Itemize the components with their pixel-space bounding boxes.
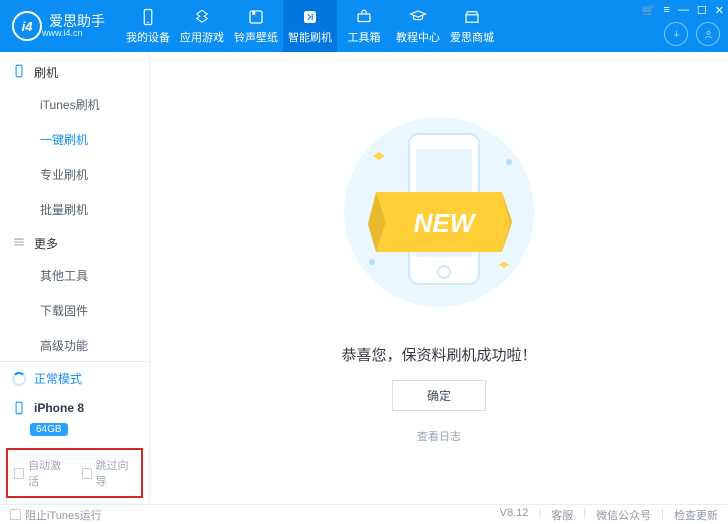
nav-label: 我的设备 <box>126 29 170 45</box>
app-name: 爱思助手 <box>49 14 105 28</box>
nav-label: 应用游戏 <box>180 29 224 45</box>
nav-ringtone[interactable]: 铃声壁纸 <box>229 0 283 52</box>
menu-icon[interactable]: ≡ <box>663 4 669 17</box>
logo-icon: i4 <box>12 11 42 41</box>
tutorial-icon <box>409 8 427 26</box>
cart-icon[interactable]: 🛒 <box>642 4 656 17</box>
checkbox-auto-activate[interactable]: 自动激活 <box>14 457 68 489</box>
nav-my-device[interactable]: 我的设备 <box>121 0 175 52</box>
user-button[interactable] <box>696 22 720 46</box>
sidebar-group-more: 更多 <box>0 227 149 258</box>
sidebar-item-itunes[interactable]: iTunes刷机 <box>0 87 149 122</box>
phone-icon <box>139 8 157 26</box>
sidebar-item-othertools[interactable]: 其他工具 <box>0 258 149 293</box>
footer-bar: 阻止iTunes运行 V8.12 | 客服 | 微信公众号 | 检查更新 <box>0 504 728 524</box>
nav-tutorials[interactable]: 教程中心 <box>391 0 445 52</box>
nav-label: 工具箱 <box>348 29 381 45</box>
window-controls: 🛒 ≡ — ☐ ✕ <box>642 4 724 17</box>
checkbox-block-itunes[interactable]: 阻止iTunes运行 <box>10 507 102 523</box>
flash-icon <box>301 8 319 26</box>
nav-label: 铃声壁纸 <box>234 29 278 45</box>
nav-store[interactable]: 爱思商城 <box>445 0 499 52</box>
checkbox-group-highlight: 自动激活 跳过向导 <box>6 448 143 498</box>
nav-label: 智能刷机 <box>288 29 332 45</box>
wallpaper-icon <box>247 8 265 26</box>
app-url: www.i4.cn <box>42 28 105 38</box>
app-logo: i4 爱思助手 www.i4.cn <box>0 11 117 41</box>
sidebar-bottom: 正常模式 iPhone 8 64GB 自动激活 跳过向导 <box>0 361 149 504</box>
download-button[interactable] <box>664 22 688 46</box>
hamburger-icon <box>12 235 26 252</box>
footer-wechat[interactable]: 微信公众号 <box>596 507 651 523</box>
footer-update[interactable]: 检查更新 <box>674 507 718 523</box>
nav-apps[interactable]: 应用游戏 <box>175 0 229 52</box>
sidebar-item-batch[interactable]: 批量刷机 <box>0 192 149 227</box>
toolbox-icon <box>355 8 373 26</box>
sidebar-item-pro[interactable]: 专业刷机 <box>0 157 149 192</box>
main-content: NEW 恭喜您，保资料刷机成功啦！ 确定 查看日志 <box>150 52 728 504</box>
device-name: iPhone 8 <box>34 401 84 415</box>
device-row[interactable]: iPhone 8 <box>0 395 149 419</box>
phone-icon <box>12 64 26 81</box>
status-text: 正常模式 <box>34 370 82 387</box>
footer-support[interactable]: 客服 <box>551 507 573 523</box>
nav-label: 爱思商城 <box>450 29 494 45</box>
maximize-icon[interactable]: ☐ <box>697 4 707 17</box>
sidebar-item-oneclick[interactable]: 一键刷机 <box>0 122 149 157</box>
version-text: V8.12 <box>500 507 529 523</box>
success-illustration: NEW <box>324 112 554 312</box>
nav-flash[interactable]: 智能刷机 <box>283 0 337 52</box>
sidebar-item-firmware[interactable]: 下载固件 <box>0 293 149 328</box>
sidebar-group-flash: 刷机 <box>0 56 149 87</box>
cb-label: 自动激活 <box>28 457 67 489</box>
group-label: 更多 <box>34 235 58 252</box>
apps-icon <box>193 8 211 26</box>
nav-label: 教程中心 <box>396 29 440 45</box>
cb-label: 阻止iTunes运行 <box>25 507 102 523</box>
svg-text:NEW: NEW <box>414 208 477 238</box>
spinner-icon <box>12 372 26 386</box>
view-log-link[interactable]: 查看日志 <box>417 428 461 444</box>
header-actions <box>664 22 720 46</box>
ok-button[interactable]: 确定 <box>392 380 486 411</box>
success-message: 恭喜您，保资料刷机成功啦！ <box>341 344 536 365</box>
phone-icon <box>12 399 26 417</box>
sidebar: 刷机 iTunes刷机 一键刷机 专业刷机 批量刷机 更多 其他工具 下载固件 … <box>0 52 150 504</box>
store-icon <box>463 8 481 26</box>
minimize-icon[interactable]: — <box>678 4 689 17</box>
capacity-badge: 64GB <box>30 423 68 436</box>
device-status[interactable]: 正常模式 <box>0 362 149 395</box>
cb-label: 跳过向导 <box>96 457 135 489</box>
group-label: 刷机 <box>34 64 58 81</box>
top-nav: 我的设备 应用游戏 铃声壁纸 智能刷机 工具箱 教程中心 爱思商城 <box>121 0 499 52</box>
close-icon[interactable]: ✕ <box>715 4 724 17</box>
app-header: i4 爱思助手 www.i4.cn 我的设备 应用游戏 铃声壁纸 智能刷机 工具… <box>0 0 728 52</box>
sidebar-item-advanced[interactable]: 高级功能 <box>0 328 149 361</box>
checkbox-skip-guide[interactable]: 跳过向导 <box>82 457 136 489</box>
nav-tools[interactable]: 工具箱 <box>337 0 391 52</box>
